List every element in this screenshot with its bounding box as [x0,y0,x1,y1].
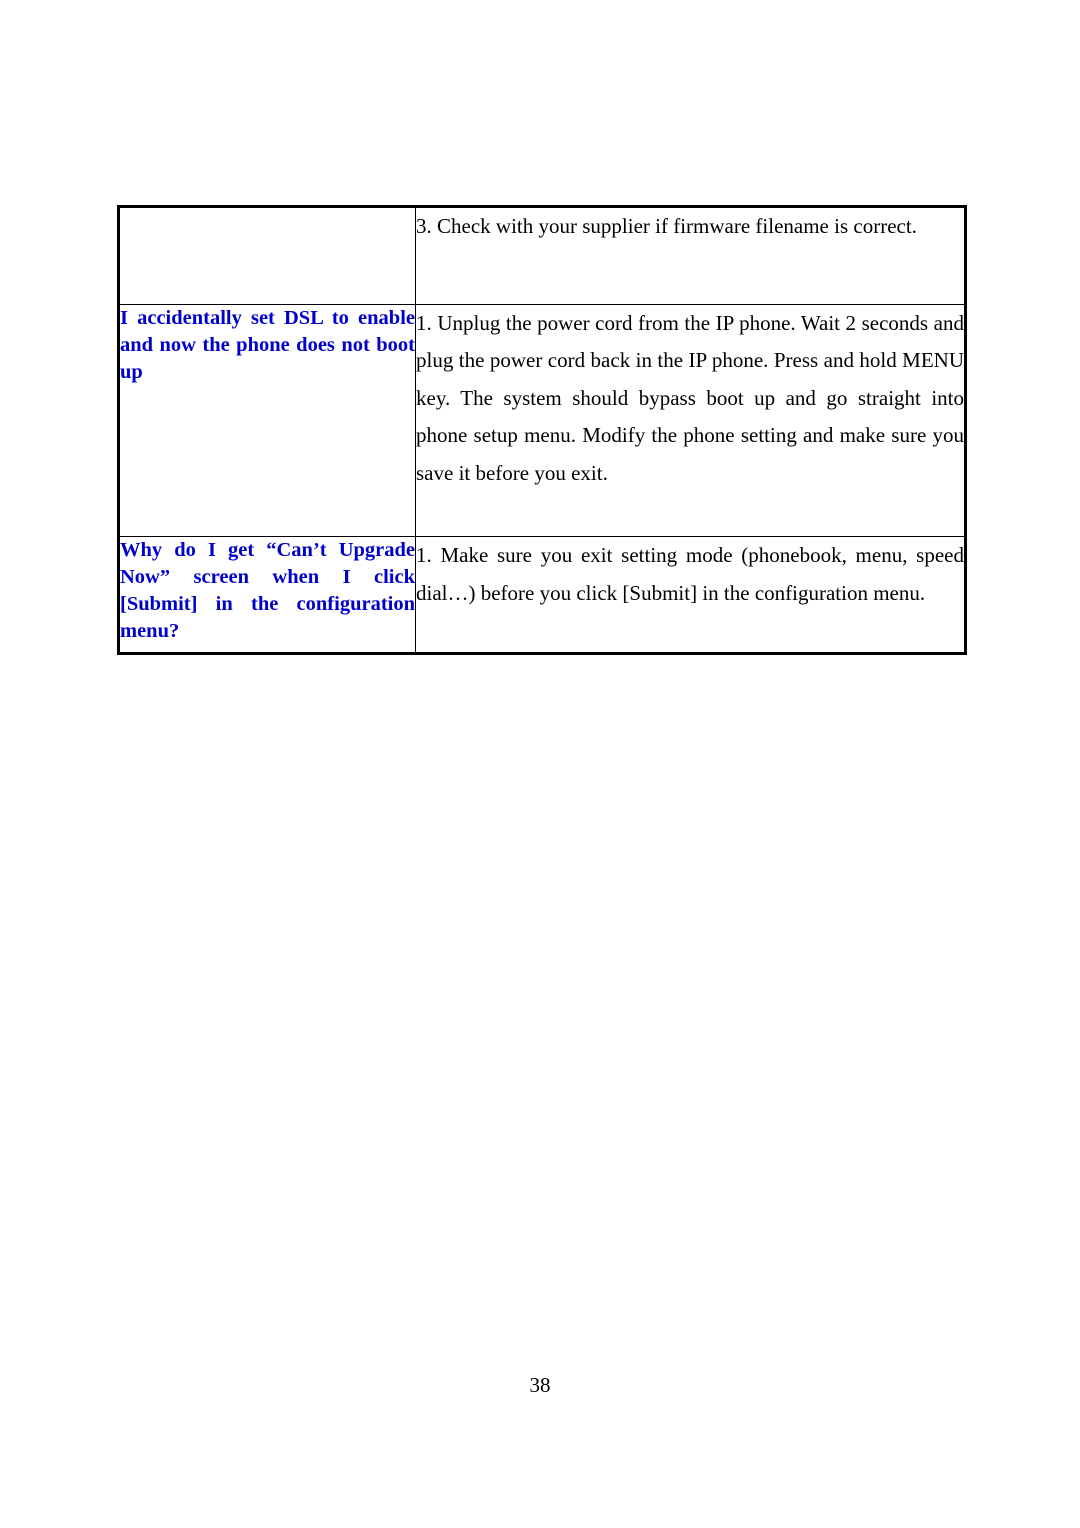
faq-question-text: I accidentally set DSL to enable and now… [120,306,415,383]
faq-answer-text: 1. Make sure you exit setting mode (phon… [416,543,964,605]
table-row: Why do I get “Can’t Upgrade Now” screen … [118,536,966,654]
document-page: 3. Check with your supplier if firmware … [0,0,1080,1528]
faq-answer-text: 3. Check with your supplier if firmware … [416,214,917,238]
faq-answer-cell: 1. Make sure you exit setting mode (phon… [415,536,966,654]
faq-question-cell [118,206,416,305]
table-row: 3. Check with your supplier if firmware … [118,206,966,305]
page-number: 38 [529,1373,551,1397]
table-row: I accidentally set DSL to enable and now… [118,303,966,537]
faq-question-cell: Why do I get “Can’t Upgrade Now” screen … [118,536,416,654]
faq-table: 3. Check with your supplier if firmware … [117,205,967,655]
faq-answer-text: 1. Unplug the power cord from the IP pho… [416,310,964,485]
faq-question-text: Why do I get “Can’t Upgrade Now” screen … [120,539,415,642]
faq-question-cell: I accidentally set DSL to enable and now… [118,303,416,537]
faq-answer-cell: 1. Unplug the power cord from the IP pho… [415,303,966,537]
faq-answer-cell: 3. Check with your supplier if firmware … [415,206,966,305]
